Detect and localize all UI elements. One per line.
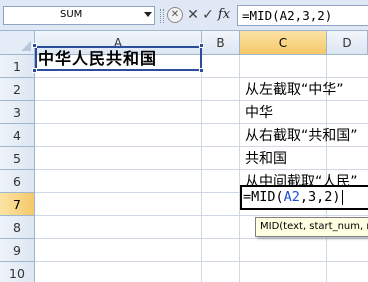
- formula-bar: SUM ✕ ✕ ✓ fx =MID(A2,3,2): [0, 0, 368, 31]
- row-header-3[interactable]: 3: [0, 101, 35, 124]
- row-header-8[interactable]: 8: [0, 216, 35, 239]
- formula-prefix: =MID(: [243, 189, 284, 205]
- row-header-10[interactable]: 10: [0, 262, 35, 282]
- range-handle[interactable]: [199, 43, 204, 48]
- cell-c7-editor[interactable]: =MID(A2,3,2): [243, 186, 343, 209]
- fx-icon[interactable]: fx: [215, 5, 233, 25]
- row-header-1[interactable]: 1: [0, 55, 35, 78]
- dropdown-arrow-icon[interactable]: [144, 12, 152, 17]
- row-header-2[interactable]: 2: [0, 78, 35, 101]
- gridline: [35, 261, 368, 262]
- gridline: [35, 215, 368, 216]
- row-header-7[interactable]: 7: [0, 193, 35, 216]
- function-tooltip[interactable]: MID(text, start_num, num_chars): [255, 217, 368, 237]
- row-header-9[interactable]: 9: [0, 239, 35, 262]
- name-box-value: SUM: [60, 9, 83, 20]
- range-handle[interactable]: [199, 68, 204, 73]
- formula-input[interactable]: =MID(A2,3,2): [237, 5, 368, 26]
- name-box[interactable]: SUM: [3, 6, 155, 25]
- reference-highlight-a2: [35, 46, 202, 71]
- column-header-d[interactable]: D: [327, 31, 368, 55]
- formula-suffix: ,3,2): [299, 189, 341, 205]
- gridline: [35, 77, 368, 78]
- select-all-button[interactable]: [0, 31, 35, 55]
- gridline: [35, 238, 368, 239]
- formula-reference: A2: [283, 189, 300, 205]
- cancel-icon[interactable]: ✕: [167, 7, 183, 23]
- formula-text: =MID(A2,3,2): [242, 8, 333, 23]
- cell-c5[interactable]: 共和国: [245, 148, 368, 171]
- row-header-6[interactable]: 6: [0, 170, 35, 193]
- column-header-b[interactable]: B: [202, 31, 240, 55]
- cell-c2[interactable]: 从左截取“中华”: [245, 79, 368, 102]
- range-handle[interactable]: [32, 68, 37, 73]
- text-caret: [341, 189, 343, 205]
- formula-bar-splitter[interactable]: [160, 9, 164, 23]
- cell-c4[interactable]: 从右截取“共和国”: [245, 125, 368, 148]
- column-header-c[interactable]: C: [240, 31, 327, 55]
- row-header-4[interactable]: 4: [0, 124, 35, 147]
- range-handle[interactable]: [32, 43, 37, 48]
- row-header-5[interactable]: 5: [0, 147, 35, 170]
- cell-c3[interactable]: 中华: [245, 102, 368, 125]
